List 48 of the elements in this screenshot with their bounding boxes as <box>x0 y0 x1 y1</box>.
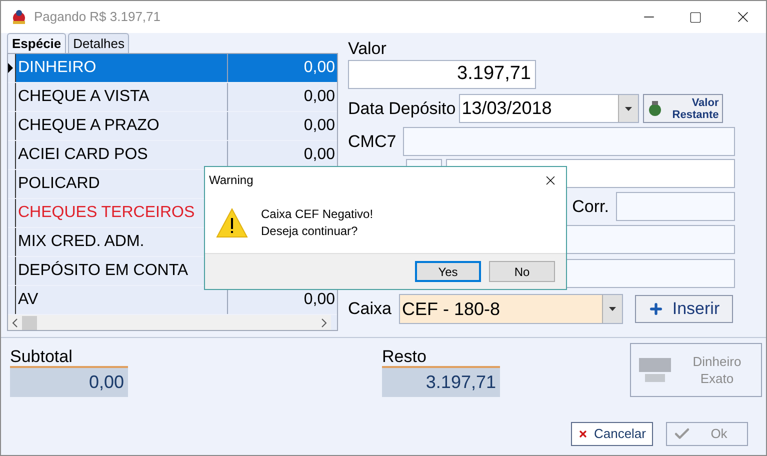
scroll-thumb[interactable] <box>22 316 37 330</box>
dialog-button[interactable]: Yes <box>415 261 481 282</box>
tab[interactable]: Detalhes <box>68 33 130 53</box>
table-cell-text: 0,00 <box>302 290 336 310</box>
row-name: MIX CRED. ADM. <box>18 232 144 252</box>
grid-row[interactable]: CHEQUE A PRAZO 0,00 <box>8 112 337 141</box>
warning-icon <box>216 208 248 238</box>
valor-restante-button[interactable]: Valor Restante <box>642 94 723 123</box>
caixa-label: Caixa <box>348 298 392 320</box>
window-title: Pagando R$ 3.197,71 <box>34 8 160 26</box>
corr-label: Corr. <box>572 196 609 218</box>
input-field[interactable] <box>616 192 735 221</box>
valor-field[interactable]: 3.197,71 <box>348 60 536 89</box>
cash-icon <box>637 355 673 385</box>
row-name: CHEQUES TERCEIROS <box>18 203 195 223</box>
row-name: ACIEI CARD POS <box>18 145 148 165</box>
cmc7-label: CMC7 <box>348 130 398 153</box>
maximize-icon[interactable] <box>689 10 702 24</box>
row-name: CHEQUE A VISTA <box>18 87 150 107</box>
table-cell: 0,00 <box>228 54 337 82</box>
cancel-button[interactable]: Cancelar <box>571 422 653 446</box>
tab[interactable]: Espécie <box>7 33 66 53</box>
row-name: DINHEIRO <box>18 58 96 78</box>
row-pointer-icon <box>8 63 13 73</box>
dialog-button[interactable]: No <box>489 261 555 282</box>
app-icon <box>10 8 28 26</box>
input-field[interactable] <box>403 127 735 156</box>
table-cell-text: 0,00 <box>302 87 336 107</box>
date-dropdown[interactable]: 13/03/2018 <box>458 94 639 123</box>
plus-icon <box>648 301 664 317</box>
total-label: Subtotal <box>10 346 74 366</box>
table-cell-text: 0,00 <box>302 116 336 136</box>
caixa-dropdown[interactable]: CEF - 180-8 <box>399 294 623 324</box>
inserir-button[interactable]: Inserir <box>635 295 733 323</box>
grid-row[interactable]: CHEQUE A VISTA 0,00 <box>8 83 337 112</box>
total-value: 3.197,71 <box>382 366 500 397</box>
row-name: DEPÓSITO EM CONTA <box>18 260 188 281</box>
valor-label: Valor <box>348 38 388 60</box>
table-cell-text: 0,00 <box>302 145 336 165</box>
horizontal-scrollbar[interactable] <box>8 315 331 330</box>
row-name: POLICARD <box>18 174 100 194</box>
total-value: 0,00 <box>10 366 128 397</box>
dialog-title: Warning <box>209 172 254 189</box>
row-name: CHEQUE A PRAZO <box>18 116 160 136</box>
money-bag-icon <box>646 100 663 117</box>
row-name: AV <box>18 290 38 310</box>
total-label: Resto <box>382 346 428 366</box>
data-deposito-label: Data Depósito <box>348 98 456 120</box>
